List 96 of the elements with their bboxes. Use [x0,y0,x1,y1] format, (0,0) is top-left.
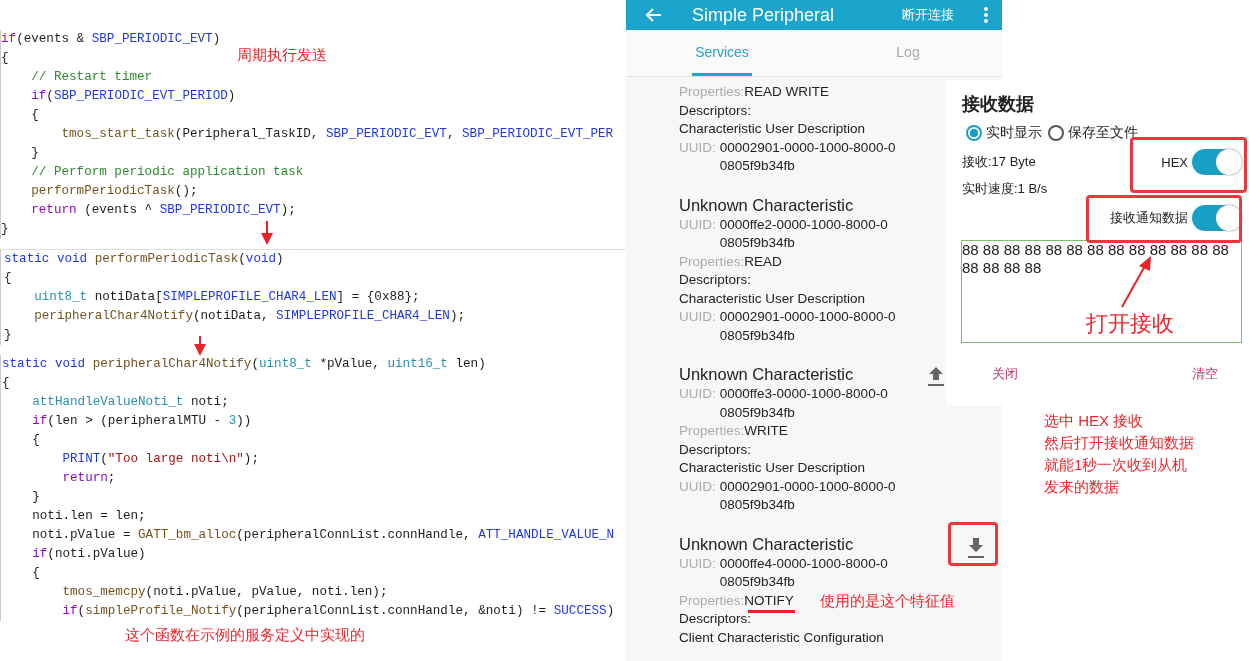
tab[interactable]: Services [692,30,752,76]
upload-icon[interactable] [927,366,945,386]
code-line: { [4,270,12,287]
code-line: return (events ^ SBP_PERIODIC_EVT); [30,202,296,219]
back-arrow-icon[interactable] [644,7,662,23]
dialog-title: 接收数据 [962,93,1035,116]
underline-annotation [748,610,795,613]
code-line: attHandleValueNoti_t noti; [31,394,229,411]
uuid-label: UUID: [679,385,716,403]
code-line: static void performPeriodicTask(void) [4,251,284,268]
properties-label: Properties: [679,252,745,271]
app-title: Simple Peripheral [692,4,836,26]
annotation-text: 选中 HEX 接收 [1044,412,1145,431]
code-line: // Restart timer [30,69,153,86]
uuid-label: UUID: [679,308,716,326]
descriptors-label: Descriptors: [679,101,751,120]
properties-value: READ [744,252,782,271]
arrow-annotation [261,221,273,245]
code-line: // Perform periodic application task [30,164,304,181]
code-line: if(noti.pValue) [31,546,146,563]
annotation-text: 就能1秒一次收到从机 [1044,456,1189,475]
code-line: if(events & SBP_PERIODIC_EVT) [1,31,221,48]
code-line: { [31,432,40,449]
uuid-label: UUID: [679,554,716,573]
uuid-label: UUID: [679,477,716,496]
code-line: noti.pValue = GATT_bm_alloc(peripheralConnList.connHandle, ATT_HANDLE_VALUE_N [31,527,615,544]
uuid-value: 00002901-0000-1000-8000-0 0805f9b34fb [719,138,896,175]
annotation-text: 打开接收 [1086,311,1174,337]
properties-value: WRITE [744,422,788,440]
descriptor-name: Characteristic User Description [679,459,866,477]
speed-text: 实时速度:1 B/s [962,180,1048,198]
annotation-text: 周期执行发送 [237,46,327,65]
switch-label: HEX [1161,154,1188,170]
annotation-text: 使用的是这个特征值 [820,592,955,611]
code-line: tmos_start_task(Peripheral_TaskID, SBP_PERIODIC_EVT, SBP_PERIODIC_EVT_PER [60,126,614,143]
toggle-switch[interactable] [1192,149,1242,175]
descriptors-label: Descriptors: [679,440,751,459]
descriptors-label: Descriptors: [679,271,751,289]
properties-value: NOTIFY [744,591,794,610]
characteristic-title: Unknown Characteristic [679,533,854,555]
code-line: { [1,50,9,67]
characteristic-title: Unknown Characteristic [679,364,854,385]
descriptor-name: Characteristic User Description [679,120,866,138]
code-line: { [30,107,39,124]
code-line: uint8_t notiData[SIMPLEPROFILE_CHAR4_LEN] = {0x88}; [33,289,420,306]
code-line: performPeriodicTask(); [30,183,198,200]
radio-icon[interactable] [1048,125,1064,141]
code-line: } [30,145,39,162]
characteristic-title: Unknown Characteristic [679,194,854,216]
code-line: if(len > (peripheralMTU - 3)) [31,413,252,430]
properties-label: Properties: [679,422,745,440]
code-line: } [4,327,12,344]
descriptors-label: Descriptors: [679,610,751,628]
highlight-box [948,522,998,566]
annotation-text: 然后打开接收通知数据 [1044,434,1194,453]
code-line: if(SBP_PERIODIC_EVT_PERIOD) [30,88,236,105]
code-line: noti.len = len; [31,508,146,525]
download-icon[interactable] [967,537,985,558]
uuid-value: 0000ffe2-0000-1000-8000-0 0805f9b34fb [719,215,888,252]
code-line: { [2,375,10,392]
arrow-annotation [1120,256,1154,308]
code-line: } [1,221,9,238]
disconnect-button[interactable]: 断开连接 [902,6,954,24]
dialog-button[interactable]: 关闭 [992,365,1018,383]
toggle-switch[interactable] [1192,205,1242,231]
code-line: return; [61,470,116,487]
uuid-value: 0000ffe3-0000-1000-8000-0 0805f9b34fb [719,385,888,422]
uuid-value: 00002901-0000-1000-8000-0 0805f9b34fb [719,308,896,345]
descriptor-name: Client Characteristic Configuration [679,628,884,647]
radio-label: 保存至文件 [1068,124,1138,142]
code-line: static void peripheralChar4Notify(uint8_t *pValue, uint16_t len) [2,356,486,373]
code-line: PRINT("Too large noti\n"); [61,451,259,468]
more-menu-icon[interactable] [984,7,988,23]
properties-value: READ WRITE [744,83,830,101]
uuid-value: 00002901-0000-1000-8000-0 0805f9b34fb [719,477,896,514]
arrow-annotation [194,336,206,356]
dialog-button[interactable]: 清空 [1192,365,1218,383]
code-line: peripheralChar4Notify(notiData, SIMPLEPROFILE_CHAR4_LEN); [33,308,466,325]
code-line: { [31,565,40,582]
annotation-text: 发来的数据 [1044,478,1120,497]
radio-label: 实时显示 [986,124,1042,142]
switch-label: 接收通知数据 [1110,209,1188,227]
uuid-value: 0000ffe4-0000-1000-8000-0 0805f9b34fb [719,554,888,591]
received-count: 接收:17 Byte [962,153,1036,171]
properties-label: Properties: [679,591,745,610]
annotation-text: 这个函数在示例的服务定义中实现的 [125,626,365,645]
code-line: if(simpleProfile_Notify(peripheralConnList.connHandle, &noti) != SUCCESS) [61,603,615,620]
descriptor-name: Characteristic User Description [679,289,866,308]
code-line: tmos_memcpy(noti.pValue, pValue, noti.len); [61,584,388,601]
radio-option[interactable]: 保存至文件 [1048,124,1138,142]
code-line: } [31,489,40,506]
radio-option[interactable]: 实时显示 [966,124,1042,142]
radio-icon[interactable] [966,125,982,141]
uuid-label: UUID: [679,138,716,157]
properties-label: Properties: [679,83,745,101]
uuid-label: UUID: [679,215,716,234]
